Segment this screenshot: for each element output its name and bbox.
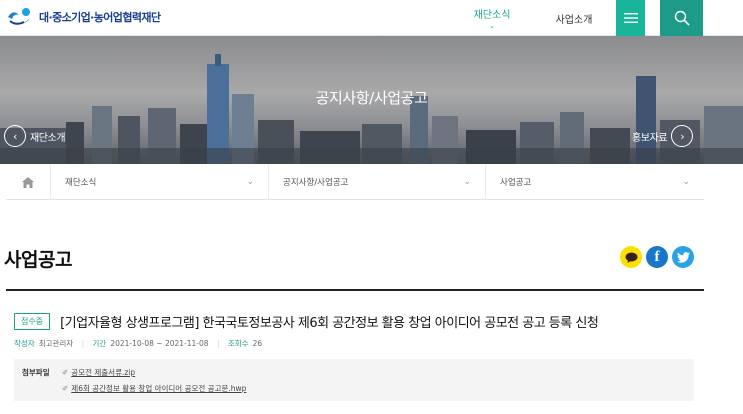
nav-item-foundation-news[interactable]: 재단소식 ⌄ bbox=[466, 0, 518, 36]
paperclip-icon: ✐ bbox=[62, 368, 69, 377]
breadcrumb: 재단소식 ⌄ 공지사항/사업공고 ⌄ 사업공고 ⌄ bbox=[6, 164, 704, 200]
breadcrumb-dropdown-foundation-news[interactable]: 재단소식 ⌄ bbox=[51, 164, 269, 200]
chevron-down-icon: ⌄ bbox=[463, 177, 471, 187]
search-icon bbox=[674, 10, 690, 26]
prev-section-label: 재단소개 bbox=[30, 132, 66, 144]
attachments-box: 첨부파일 ✐ 공모전 제출서류.zip ✐ 제6회 공간정보 활용 창업 아이디어 … bbox=[14, 359, 694, 401]
title-divider bbox=[6, 289, 704, 291]
menu-icon bbox=[623, 13, 638, 23]
attachment-name: 제6회 공간정보 활용 창업 아이디어 공모전 공고문.hwp bbox=[71, 384, 247, 393]
twitter-icon bbox=[676, 251, 690, 263]
author-value: 최고관리자 bbox=[38, 339, 74, 348]
facebook-share-button[interactable]: f bbox=[646, 246, 668, 268]
prev-section-link[interactable]: ‹ 재단소개 bbox=[4, 124, 66, 148]
attachments-label: 첨부파일 bbox=[22, 368, 50, 377]
post-meta: 작성자 최고관리자 | 기간 2021-10-08 ~ 2021-11-08 | 조… bbox=[14, 338, 262, 349]
author-label: 작성자 bbox=[14, 339, 35, 348]
status-badge: 접수중 bbox=[14, 313, 51, 330]
views-value: 26 bbox=[252, 339, 263, 348]
breadcrumb-label: 공지사항/사업공고 bbox=[283, 178, 349, 188]
views-label: 조회수 bbox=[227, 339, 249, 348]
meta-separator: | bbox=[81, 339, 85, 348]
chevron-right-icon: › bbox=[671, 125, 694, 147]
hero-title: 공지사항/사업공고 bbox=[315, 89, 428, 107]
hero-banner: 공지사항/사업공고 ‹ 재단소개 홍보자료 › bbox=[0, 36, 743, 164]
page-title: 사업공고 bbox=[4, 249, 72, 271]
period-label: 기간 bbox=[92, 339, 107, 348]
home-icon bbox=[22, 176, 34, 188]
breadcrumb-dropdown-business-announcement[interactable]: 사업공고 ⌄ bbox=[486, 164, 704, 200]
nav-item-label: 재단소식 bbox=[473, 10, 511, 21]
kakao-share-button[interactable] bbox=[620, 246, 642, 268]
search-button[interactable] bbox=[660, 0, 703, 36]
facebook-icon: f bbox=[654, 248, 660, 265]
site-header: 대·중소기업·농어업협력재단 재단소식 ⌄ 사업소개 bbox=[0, 0, 743, 36]
menu-button[interactable] bbox=[616, 0, 645, 36]
home-button[interactable] bbox=[6, 164, 51, 200]
post-header: 접수중 [기업자율형 상생프로그램] 한국국토정보공사 제6회 공간정보 활용 … bbox=[14, 312, 714, 331]
chevron-left-icon: ‹ bbox=[4, 125, 26, 147]
nav-item-label: 사업소개 bbox=[555, 14, 593, 26]
breadcrumb-label: 재단소식 bbox=[65, 178, 97, 188]
period-value: 2021-10-08 ~ 2021-11-08 bbox=[110, 339, 209, 348]
nav-item-business-intro[interactable]: 사업소개 bbox=[548, 0, 600, 36]
chevron-down-icon: ⌄ bbox=[489, 22, 495, 30]
breadcrumb-label: 사업공고 bbox=[500, 178, 532, 188]
share-buttons: f bbox=[620, 246, 694, 268]
kakao-icon bbox=[625, 252, 637, 263]
attachment-link[interactable]: ✐ 공모전 제출서류.zip bbox=[62, 367, 135, 378]
paperclip-icon: ✐ bbox=[62, 384, 69, 393]
next-section-label: 홍보자료 bbox=[632, 132, 668, 144]
logo-mark-icon bbox=[6, 7, 34, 27]
chevron-down-icon: ⌄ bbox=[246, 177, 254, 187]
meta-separator: | bbox=[216, 339, 220, 348]
logo-text: 대·중소기업·농어업협력재단 bbox=[39, 11, 161, 24]
chevron-down-icon: ⌄ bbox=[682, 177, 690, 187]
post-title: [기업자율형 상생프로그램] 한국국토정보공사 제6회 공간정보 활용 창업 아… bbox=[60, 316, 599, 331]
site-logo[interactable]: 대·중소기업·농어업협력재단 bbox=[6, 4, 161, 30]
next-section-link[interactable]: 홍보자료 › bbox=[632, 124, 694, 148]
attachment-link[interactable]: ✐ 제6회 공간정보 활용 창업 아이디어 공모전 공고문.hwp bbox=[62, 383, 246, 394]
twitter-share-button[interactable] bbox=[672, 246, 694, 268]
breadcrumb-dropdown-notices[interactable]: 공지사항/사업공고 ⌄ bbox=[269, 164, 486, 200]
attachment-name: 공모전 제출서류.zip bbox=[71, 368, 136, 377]
